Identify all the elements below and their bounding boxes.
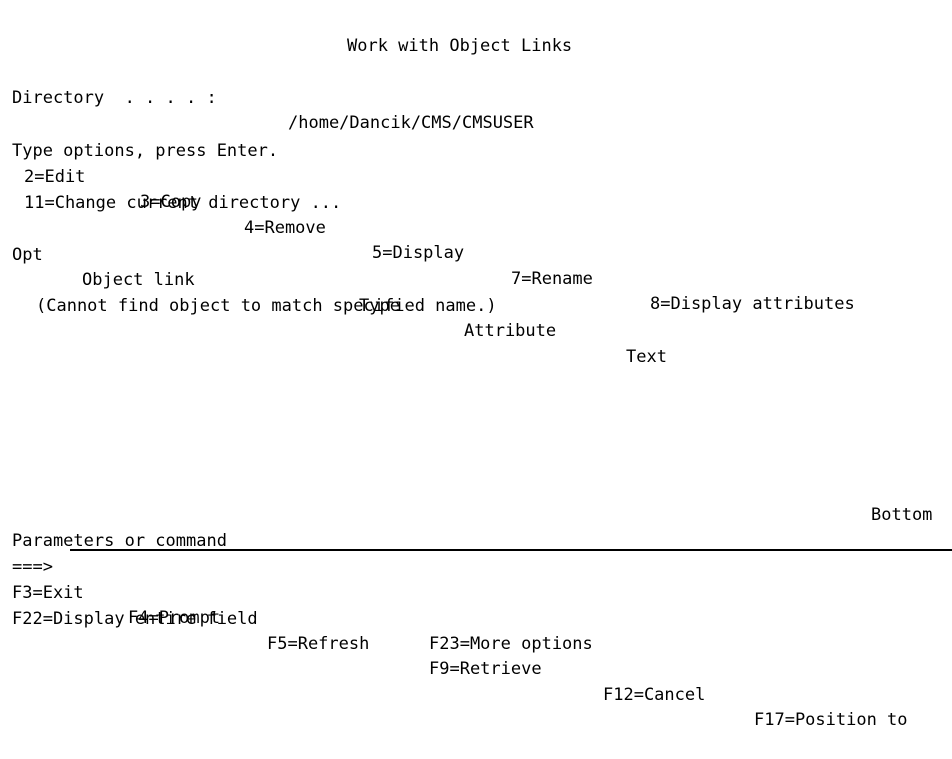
option-11-change-current-directory[interactable]: 11=Change current directory ... <box>24 191 341 217</box>
function-keys-row-2: F22=Display entire field F23=More option… <box>0 581 952 655</box>
column-header-attribute: Attribute <box>464 321 557 341</box>
list-empty-message: (Cannot find object to match specified n… <box>36 295 497 316</box>
fkey-f22-display-entire-field[interactable]: F22=Display entire field <box>12 607 258 633</box>
instructions-row: Type options, press Enter. <box>0 113 952 161</box>
fkey-f12-cancel[interactable]: F12=Cancel <box>603 683 705 709</box>
option-8-display-attributes[interactable]: 8=Display attributes <box>650 292 855 318</box>
page-title: Work with Object Links <box>347 35 573 56</box>
list-empty-message-row: (Cannot find object to match specified n… <box>0 268 952 316</box>
options-row-2: 11=Change current directory ... <box>0 165 952 213</box>
column-header-text: Text <box>626 346 667 367</box>
fkey-f17-position-to[interactable]: F17=Position to <box>754 708 908 734</box>
command-entry-row: ===> <box>0 529 952 577</box>
list-column-headers: Opt Object link Type Attribute Text <box>0 217 952 367</box>
fkey-f9-retrieve[interactable]: F9=Retrieve <box>429 657 542 683</box>
fkey-f5-refresh[interactable]: F5=Refresh <box>267 632 369 658</box>
column-header-opt: Opt <box>12 244 43 265</box>
directory-label: Directory . . . . : <box>12 87 217 108</box>
command-label-row: Parameters or command <box>0 503 952 551</box>
more-indicator-row: Bottom <box>0 477 952 525</box>
command-input[interactable] <box>72 530 948 550</box>
terminal-screen: Work with Object Links Directory . . . .… <box>0 0 952 731</box>
option-5-display[interactable]: 5=Display <box>372 241 464 267</box>
function-keys-row-1: F3=Exit F4=Prompt F5=Refresh F9=Retrieve… <box>0 555 952 731</box>
directory-row: Directory . . . . : /home/Dancik/CMS/CMS… <box>0 60 952 134</box>
screen-title-row: Work with Object Links <box>0 8 952 56</box>
options-row-1: 2=Edit 3=Copy 4=Remove 5=Display 7=Renam… <box>0 139 952 315</box>
fkey-f23-more-options[interactable]: F23=More options <box>429 632 593 658</box>
